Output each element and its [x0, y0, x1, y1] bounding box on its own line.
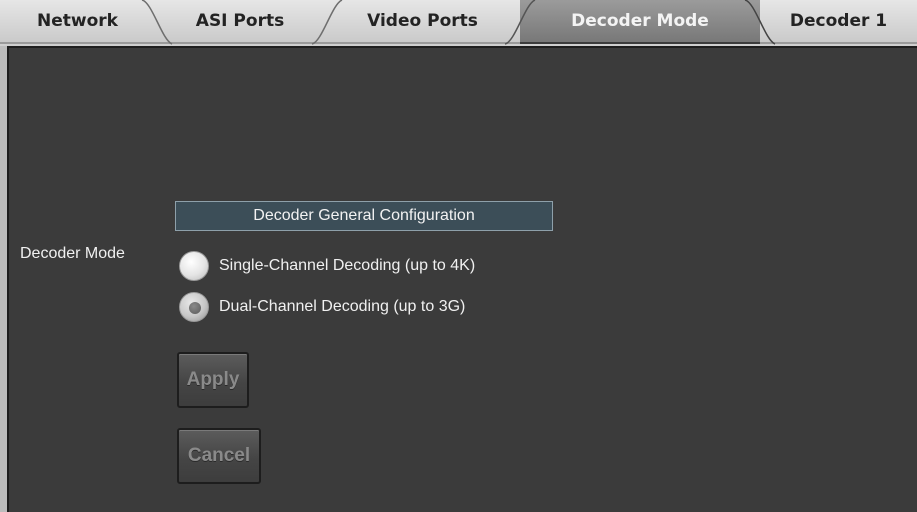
tab-divider — [141, 0, 173, 45]
tab-divider — [504, 0, 536, 45]
tab-label: Video Ports — [367, 11, 478, 31]
tab-network[interactable]: Network — [0, 0, 155, 44]
option-single-channel[interactable]: Single-Channel Decoding (up to 4K) — [179, 251, 475, 281]
tab-decoder-1[interactable]: Decoder 1 — [760, 0, 917, 44]
section-header: Decoder General Configuration — [175, 201, 553, 231]
option-dual-channel[interactable]: Dual-Channel Decoding (up to 3G) — [179, 292, 465, 322]
tab-label: ASI Ports — [195, 11, 285, 31]
tab-label: Decoder 1 — [789, 11, 888, 31]
decoder-mode-label: Decoder Mode — [20, 245, 125, 262]
radio-dual-channel[interactable] — [179, 292, 209, 322]
tab-video-ports[interactable]: Video Ports — [325, 0, 520, 44]
option-label: Single-Channel Decoding (up to 4K) — [219, 257, 476, 274]
radio-single-channel[interactable] — [179, 251, 209, 281]
cancel-button[interactable]: Cancel — [177, 428, 261, 484]
tab-label: Decoder Mode — [571, 11, 709, 31]
option-label: Dual-Channel Decoding (up to 3G) — [219, 298, 466, 315]
tab-asi-ports[interactable]: ASI Ports — [155, 0, 325, 44]
tab-divider — [744, 0, 776, 45]
apply-button[interactable]: Apply — [177, 352, 249, 408]
tab-label: Network — [37, 11, 118, 31]
section-title: Decoder General Configuration — [253, 207, 475, 224]
tab-decoder-mode[interactable]: Decoder Mode — [520, 0, 760, 44]
tab-divider — [311, 0, 343, 45]
tab-bar: Network ASI Ports Video Ports Decoder Mo… — [0, 0, 917, 46]
